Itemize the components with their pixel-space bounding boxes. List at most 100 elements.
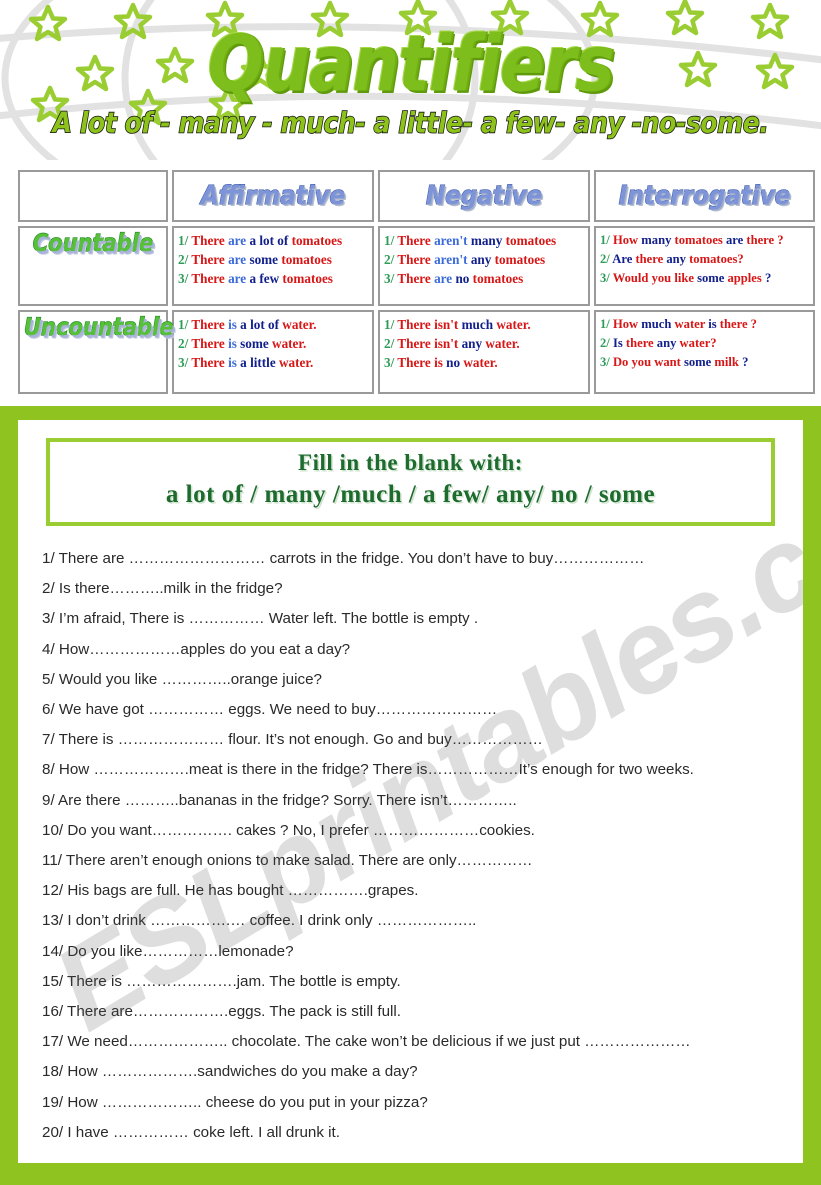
sentence-part: tomatoes — [505, 233, 557, 248]
sentence-part: Do you want — [612, 355, 684, 369]
sentence-part: There — [397, 252, 435, 267]
sentence-part: milk — [714, 355, 743, 369]
column-header-interrogative: Interrogative — [594, 170, 815, 222]
example-sentence: 1/ There isn't much water. — [384, 315, 584, 334]
sentence-part: is — [228, 317, 241, 332]
example-sentence: 2/ There is some water. — [178, 334, 368, 353]
sentence-part: a lot of — [240, 317, 283, 332]
sentence-part: there ? — [719, 317, 757, 331]
sentence-number: 1/ — [384, 317, 398, 332]
page-subtitle: A lot of - many - much- a little- a few-… — [52, 105, 770, 140]
cell-countable-negative: 1/ There aren't many tomatoes 2/ There ar… — [378, 226, 590, 306]
instruction-line-1: Fill in the blank with: — [298, 450, 523, 475]
sentence-part: There — [191, 252, 229, 267]
sentence-part: tomatoes — [281, 252, 332, 267]
cell-countable-affirmative: 1/ There are a lot of tomatoes 2/ There a… — [172, 226, 374, 306]
exercise-question[interactable]: 11/ There aren’t enough onions to make s… — [42, 846, 779, 876]
sentence-number: 1/ — [178, 233, 192, 248]
cell-uncountable-negative: 1/ There isn't much water. 2/ There isn't… — [378, 310, 590, 394]
cell-uncountable-interrogative: 1/ How much water is there ? 2/ Is there … — [594, 310, 815, 394]
sentence-number: 2/ — [384, 252, 398, 267]
exercise-question[interactable]: 16/ There are……………….eggs. The pack is st… — [42, 997, 779, 1027]
example-sentence: 3/ There are a few tomatoes — [178, 269, 368, 288]
sentence-part: some — [683, 355, 715, 369]
exercise-question[interactable]: 9/ Are there ………..bananas in the fridge?… — [42, 786, 779, 816]
sentence-part: a little — [240, 355, 279, 370]
sentence-part: water. — [272, 336, 307, 351]
sentence-part: water. — [496, 317, 531, 332]
example-sentence: 1/ There is a lot of water. — [178, 315, 368, 334]
table-header-row: Affirmative Negative Interrogative — [18, 170, 815, 222]
exercise-question[interactable]: 6/ We have got …………… eggs. We need to bu… — [42, 695, 779, 725]
sentence-part: are — [228, 271, 250, 286]
grammar-table-zone: Affirmative Negative Interrogative Count… — [0, 160, 821, 406]
sentence-part: some — [240, 336, 273, 351]
sentence-part: any — [461, 336, 486, 351]
sentence-part: are — [228, 252, 250, 267]
sentence-part: water? — [679, 336, 717, 350]
sentence-part: are — [725, 233, 747, 247]
example-sentence: 2/ Are there any tomatoes? — [600, 250, 809, 269]
exercise-question[interactable]: 7/ There is ………………… flour. It’s not enou… — [42, 725, 779, 755]
sentence-part: ? — [742, 355, 749, 369]
sentence-number: 1/ — [178, 317, 192, 332]
exercise-question[interactable]: 4/ How………………apples do you eat a day? — [42, 635, 779, 665]
sentence-number: 2/ — [178, 252, 192, 267]
example-sentence: 2/ Is there any water? — [600, 334, 809, 353]
sentence-part: a lot of — [249, 233, 292, 248]
exercise-question[interactable]: 8/ How ……………….meat is there in the fridg… — [42, 755, 779, 785]
exercise-question[interactable]: 1/ There are ……………………… carrots in the fr… — [42, 544, 779, 574]
sentence-part: There — [397, 336, 435, 351]
sentence-part: aren't — [434, 252, 471, 267]
sentence-part: There — [397, 233, 435, 248]
sentence-part: many — [641, 233, 675, 247]
exercise-question[interactable]: 5/ Would you like …………..orange juice? — [42, 665, 779, 695]
sentence-part: There — [191, 317, 229, 332]
page-title: Quantifiers — [207, 18, 615, 110]
question-list: 1/ There are ……………………… carrots in the fr… — [38, 544, 783, 1148]
exercise-question[interactable]: 2/ Is there………..milk in the fridge? — [42, 574, 779, 604]
cell-uncountable-affirmative: 1/ There is a lot of water. 2/ There is s… — [172, 310, 374, 394]
sentence-part: any — [656, 336, 680, 350]
sentence-part: How — [612, 317, 642, 331]
sentence-part: tomatoes? — [689, 252, 744, 266]
sentence-part: tomatoes — [494, 252, 546, 267]
instruction-box: Fill in the blank with: a lot of / many … — [46, 438, 775, 526]
exercise-question[interactable]: 12/ His bags are full. He has bought ………… — [42, 876, 779, 906]
sentence-part: is — [708, 317, 720, 331]
exercise-question[interactable]: 13/ I don’t drink …………….… coffee. I drin… — [42, 906, 779, 936]
exercise-question[interactable]: 17/ We need……………….. chocolate. The cake … — [42, 1027, 779, 1057]
sentence-part: water. — [485, 336, 520, 351]
table-row-countable: Countable 1/ There are a lot of tomatoes… — [18, 226, 815, 306]
sentence-number: 1/ — [600, 233, 613, 247]
row-label-countable: Countable — [18, 226, 168, 306]
sentence-part: there — [625, 336, 657, 350]
sentence-part: water. — [279, 355, 314, 370]
exercise-question[interactable]: 15/ There is ………………….jam. The bottle is … — [42, 967, 779, 997]
sentence-part: There — [191, 233, 229, 248]
sentence-part: any — [666, 252, 690, 266]
sentence-part: much — [641, 317, 675, 331]
sentence-part: there — [635, 252, 667, 266]
row-label-uncountable: Uncountable — [18, 310, 174, 394]
exercise-question[interactable]: 20/ I have …………… coke left. I all drunk … — [42, 1118, 779, 1148]
exercise-question[interactable]: 19/ How ……………….. cheese do you put in yo… — [42, 1088, 779, 1118]
sentence-part: Are — [612, 252, 636, 266]
table-corner-cell — [18, 170, 168, 222]
exercise-question[interactable]: 10/ Do you want……………. cakes ? No, I pref… — [42, 816, 779, 846]
sentence-part: water. — [282, 317, 317, 332]
sentence-part: many — [470, 233, 506, 248]
sentence-number: 3/ — [600, 271, 613, 285]
sentence-number: 3/ — [384, 271, 398, 286]
sentence-part: Would you like — [612, 271, 698, 285]
exercise-sheet: Fill in the blank with: a lot of / many … — [18, 420, 803, 1163]
exercise-question[interactable]: 3/ I’m afraid, There is …………… Water left… — [42, 604, 779, 634]
example-sentence: 3/ There are no tomatoes — [384, 269, 584, 288]
exercise-question[interactable]: 14/ Do you like……………lemonade? — [42, 937, 779, 967]
exercise-question[interactable]: 18/ How ……………….sandwiches do you make a … — [42, 1057, 779, 1087]
sentence-part: isn't — [434, 336, 462, 351]
sentence-part: There — [397, 317, 435, 332]
sentence-number: 3/ — [178, 271, 192, 286]
cell-countable-interrogative: 1/ How many tomatoes are there ? 2/ Are t… — [594, 226, 815, 306]
example-sentence: 1/ How many tomatoes are there ? — [600, 231, 809, 250]
